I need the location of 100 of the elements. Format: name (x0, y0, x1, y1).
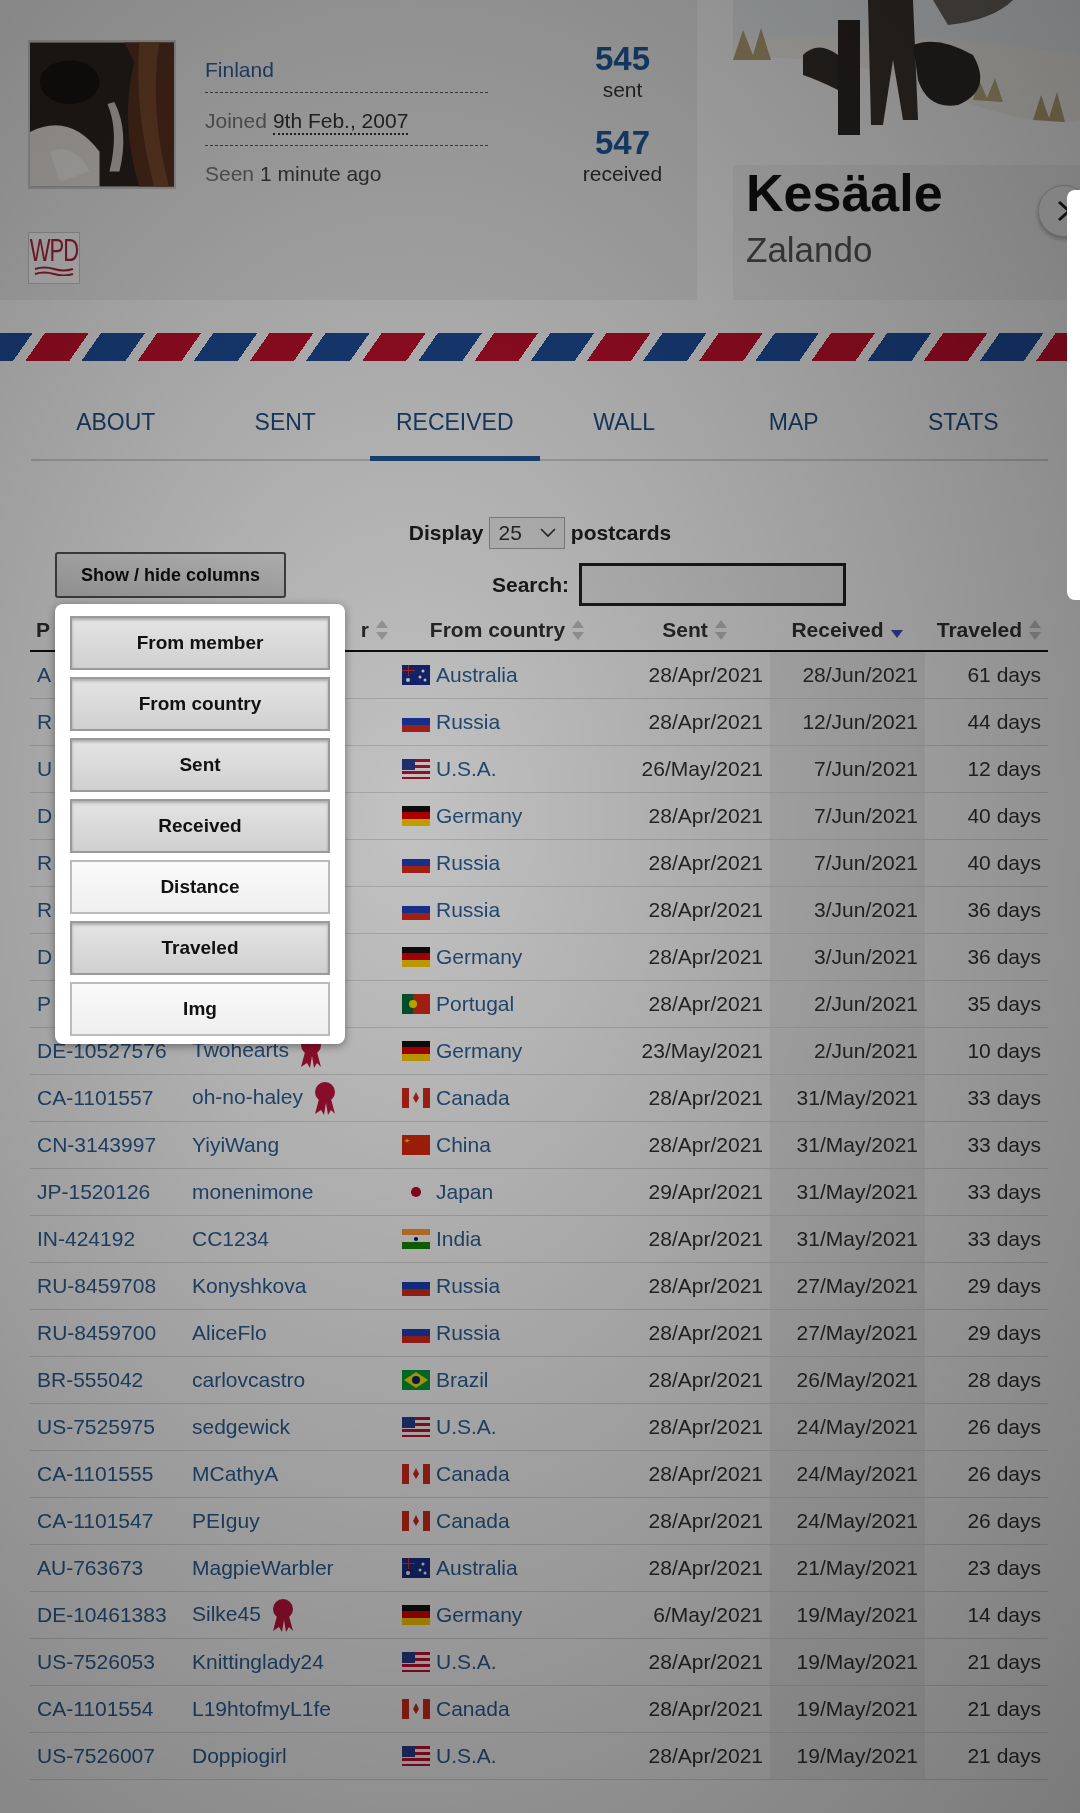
country-link[interactable]: Russia (436, 898, 501, 921)
table-cell: 21/May/2021 (796, 1556, 918, 1579)
table-cell: 29 days (967, 1274, 1041, 1297)
column-header[interactable]: Received (791, 618, 884, 642)
country-link[interactable]: Germany (436, 804, 523, 827)
tab[interactable]: STATS (878, 395, 1048, 461)
postcard-link[interactable]: DE-10461383 (37, 1603, 167, 1626)
postcard-link[interactable]: CA-1101555 (37, 1462, 154, 1485)
country-link[interactable]: Canada (436, 1697, 510, 1720)
postcard-link[interactable]: D (37, 945, 53, 968)
tab[interactable]: RECEIVED (370, 395, 540, 461)
country-link[interactable]: Russia (436, 1321, 501, 1344)
member-link[interactable]: YiyiWang (192, 1133, 280, 1156)
country-link[interactable]: Brazil (436, 1368, 489, 1391)
postcard-link[interactable]: R (37, 898, 53, 921)
postcard-link[interactable]: CA-1101557 (37, 1086, 154, 1109)
stat-value: 545 (594, 40, 652, 78)
table-cell: 28/Apr/2021 (648, 1650, 763, 1673)
member-link[interactable]: PEIguy (192, 1509, 260, 1532)
stat-label: sent (601, 78, 644, 102)
table-cell: 28/Jun/2021 (802, 663, 918, 686)
country-link[interactable]: Russia (436, 1274, 501, 1297)
flag-icon (402, 994, 430, 1014)
column-toggle[interactable]: Distance (70, 860, 330, 914)
country-link[interactable]: Canada (436, 1086, 510, 1109)
table-cell: 35 days (967, 992, 1041, 1015)
joined-date: 9th Feb., 2007 (272, 109, 409, 135)
column-header[interactable]: P (36, 618, 50, 642)
tab[interactable]: ABOUT (31, 395, 201, 461)
columns-button[interactable]: Show / hide columns (55, 552, 286, 598)
country-link[interactable]: U.S.A. (436, 1744, 497, 1767)
column-toggle[interactable]: From country (70, 677, 330, 731)
country-link[interactable]: Australia (436, 663, 518, 686)
postcard-link[interactable]: R (37, 710, 53, 733)
country-link[interactable]: Germany (436, 945, 523, 968)
column-header[interactable]: From country (429, 618, 566, 642)
postcard-link[interactable]: JP-1520126 (37, 1180, 151, 1203)
column-toggle[interactable]: Traveled (70, 921, 330, 975)
postcard-link[interactable]: US-7525975 (37, 1415, 155, 1438)
member-link[interactable]: oh-no-haley (192, 1084, 303, 1108)
country-link[interactable]: Russia (436, 710, 501, 733)
member-link[interactable]: Doppiogirl (192, 1744, 287, 1767)
column-toggle[interactable]: Received (70, 799, 330, 853)
table-cell: 29/Apr/2021 (648, 1180, 763, 1203)
country-link[interactable]: Germany (436, 1039, 523, 1062)
country-link[interactable]: U.S.A. (436, 1415, 497, 1438)
postcard-link[interactable]: RU-8459700 (37, 1321, 157, 1344)
postcard-link[interactable]: D (37, 804, 53, 827)
postcard-link[interactable]: BR-555042 (37, 1368, 144, 1391)
country-link[interactable]: U.S.A. (436, 757, 497, 780)
table-cell: 23/May/2021 (641, 1039, 763, 1062)
member-link[interactable]: MCathyA (192, 1462, 279, 1485)
member-link[interactable]: AliceFlo (192, 1321, 267, 1344)
member-link[interactable]: Knittinglady24 (192, 1650, 324, 1673)
country-link[interactable]: Australia (436, 1556, 518, 1579)
country-link[interactable]: Portugal (436, 992, 515, 1015)
country-link[interactable]: India (436, 1227, 482, 1250)
member-link[interactable]: sedgewick (192, 1415, 291, 1438)
tab[interactable]: MAP (709, 395, 879, 461)
country-link[interactable]: U.S.A. (436, 1650, 497, 1673)
member-link[interactable]: MagpieWarbler (192, 1556, 334, 1579)
page-size-select[interactable]: 25 (489, 517, 565, 549)
column-header[interactable]: Traveled (936, 618, 1022, 642)
country-link[interactable]: Finland (205, 58, 274, 82)
scroll-bar[interactable] (1067, 190, 1080, 600)
table-cell: 21 days (967, 1744, 1041, 1767)
tab[interactable]: SENT (200, 395, 370, 461)
column-toggle[interactable]: Sent (70, 738, 330, 792)
postcard-link[interactable]: CN-3143997 (37, 1133, 157, 1156)
search-field[interactable] (579, 563, 847, 606)
postcard-link[interactable]: AU-763673 (37, 1556, 144, 1579)
postcard-link[interactable]: U (37, 757, 53, 780)
postcard-link[interactable]: R (37, 851, 53, 874)
member-link[interactable]: Silke45 (192, 1601, 261, 1625)
column-toggle[interactable]: From member (70, 616, 330, 670)
country-link[interactable]: Japan (436, 1180, 494, 1203)
member-link[interactable]: CC1234 (192, 1227, 270, 1250)
column-toggle[interactable]: Img (70, 982, 330, 1036)
member-link[interactable]: monenimone (192, 1180, 314, 1203)
member-link[interactable]: Konyshkova (192, 1274, 307, 1297)
country-link[interactable]: Canada (436, 1509, 510, 1532)
member-link[interactable]: carlovcastro (192, 1368, 306, 1391)
postcard-link[interactable]: IN-424192 (37, 1227, 136, 1250)
table-cell: 40 days (967, 804, 1041, 827)
postcard-link[interactable]: CA-1101554 (37, 1697, 154, 1720)
dropdown-caret-icon (539, 528, 556, 538)
postcard-link[interactable]: CA-1101547 (37, 1509, 154, 1532)
column-header[interactable]: Sent (662, 618, 708, 642)
postcard-link[interactable]: US-7526007 (37, 1744, 155, 1767)
postcard-link[interactable]: P (37, 992, 51, 1015)
postcard-link[interactable]: RU-8459708 (37, 1274, 157, 1297)
postcard-link[interactable]: US-7526053 (37, 1650, 155, 1673)
member-link[interactable]: L19htofmyL1fe (192, 1697, 331, 1720)
tab[interactable]: WALL (539, 395, 709, 461)
column-header[interactable]: r (360, 618, 369, 642)
country-link[interactable]: Russia (436, 851, 501, 874)
country-link[interactable]: China (436, 1133, 491, 1156)
country-link[interactable]: Germany (436, 1603, 523, 1626)
country-link[interactable]: Canada (436, 1462, 510, 1485)
postcard-link[interactable]: A (37, 663, 51, 686)
